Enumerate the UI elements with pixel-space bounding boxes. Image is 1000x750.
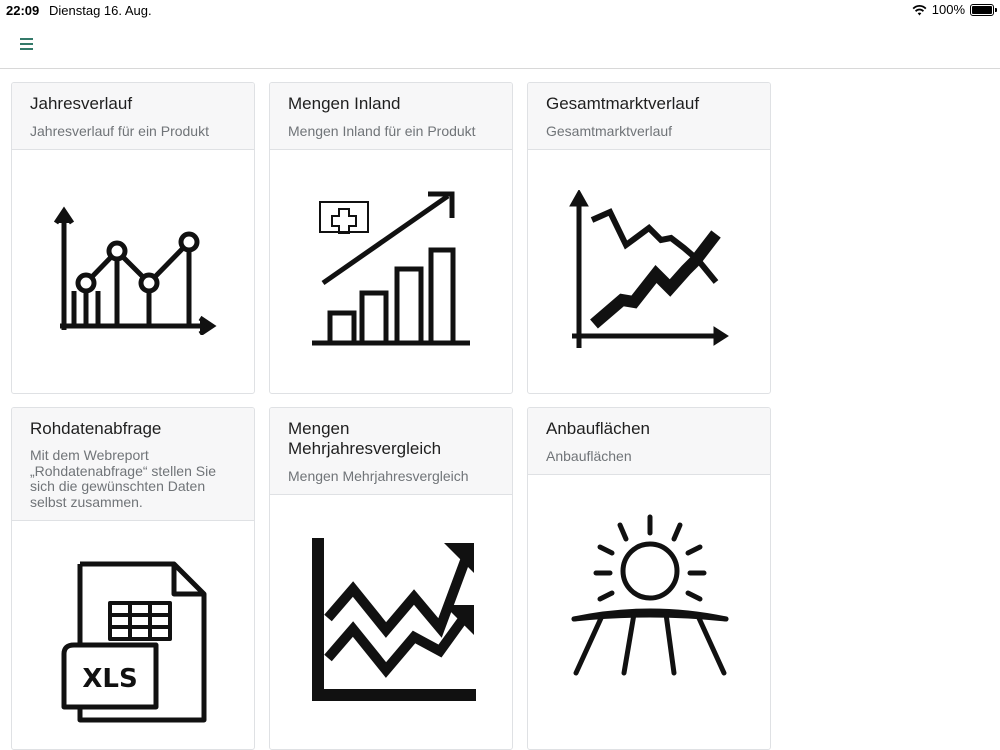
wifi-icon (912, 4, 927, 15)
card-subtitle: Mengen Inland für ein Produkt (288, 123, 476, 139)
card-header: Jahresverlauf Jahresverlauf für ein Prod… (12, 83, 254, 150)
card-subtitle: Gesamtmarktverlauf (546, 123, 673, 139)
status-indicators: 100% (912, 2, 997, 17)
sun-field-icon (571, 514, 729, 676)
card-mengen-inland[interactable]: Mengen Inland Mengen Inland für ein Prod… (269, 82, 513, 394)
card-mengen-mehrjahresvergleich[interactable]: Mengen Mehrjahresvergleich Mengen Mehrja… (269, 407, 513, 750)
hamburger-icon[interactable] (17, 34, 37, 54)
card-header: Rohdatenabfrage Mit dem Webreport „Rohda… (12, 408, 254, 521)
card-title: Gesamtmarktverlauf (546, 94, 700, 113)
card-title: Rohdatenabfrage (30, 419, 162, 438)
card-header: Mengen Inland Mengen Inland für ein Prod… (270, 83, 512, 150)
card-anbauflaechen[interactable]: Anbauflächen Anbauflächen (527, 407, 771, 750)
card-gesamtmarktverlauf[interactable]: Gesamtmarktverlauf Gesamtmarktverlauf (527, 82, 771, 394)
trend-arrows-icon (312, 538, 476, 701)
battery-icon (970, 3, 997, 16)
card-subtitle: Mit dem Webreport „Rohdatenabfrage“ stel… (30, 447, 217, 510)
status-time: 22:09 (6, 3, 40, 18)
card-subtitle: Mengen Mehrjahresvergleich (288, 468, 469, 484)
xls-file-icon: XLS (61, 561, 207, 723)
market-chart-icon (569, 190, 729, 348)
card-subtitle: Anbauflächen (546, 448, 632, 464)
card-header: Anbauflächen Anbauflächen (528, 408, 770, 475)
card-title: Mengen Mehrjahresvergleich (288, 419, 442, 458)
navbar (0, 20, 1000, 69)
card-title: Mengen Inland (288, 94, 401, 113)
card-jahresverlauf[interactable]: Jahresverlauf Jahresverlauf für ein Prod… (11, 82, 255, 394)
card-rohdatenabfrage[interactable]: Rohdatenabfrage Mit dem Webreport „Rohda… (11, 407, 255, 750)
card-title: Jahresverlauf (30, 94, 133, 113)
svg-text:XLS: XLS (82, 664, 137, 694)
status-date: Dienstag 16. Aug. (49, 3, 152, 18)
card-subtitle: Jahresverlauf für ein Produkt (30, 123, 209, 139)
card-header: Mengen Mehrjahresvergleich Mengen Mehrja… (270, 408, 512, 495)
swiss-bar-chart-icon (312, 191, 470, 346)
battery-percent: 100% (931, 2, 965, 17)
card-title: Anbauflächen (546, 419, 650, 438)
line-chart-icon (53, 206, 217, 335)
status-bar: 22:09 Dienstag 16. Aug. 100% (0, 0, 1000, 20)
card-header: Gesamtmarktverlauf Gesamtmarktverlauf (528, 83, 770, 150)
